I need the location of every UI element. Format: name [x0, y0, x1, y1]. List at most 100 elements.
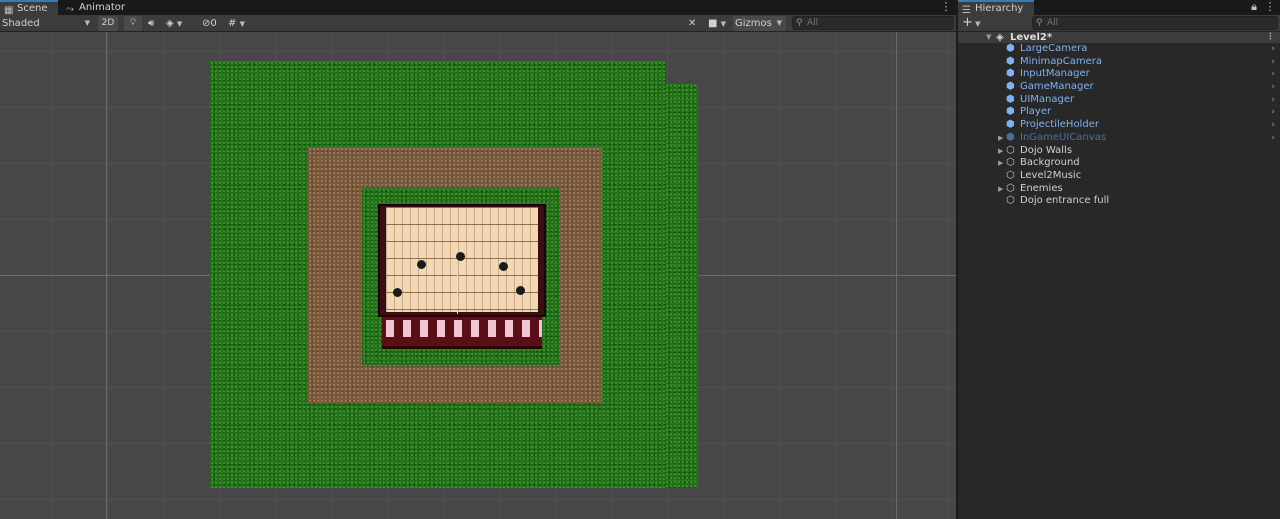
hierarchy-item[interactable]: ⬢ Player ›	[958, 106, 1280, 119]
camera-dropdown[interactable]: ■ ▼	[708, 16, 732, 31]
prefab-cube-icon: ⬢	[1006, 81, 1015, 93]
hierarchy-item[interactable]: ▶ ⬡ Background	[958, 157, 1280, 170]
layers-icon: ◈	[166, 18, 174, 29]
pillar	[499, 262, 508, 271]
gameobject-cube-icon: ⬡	[1006, 157, 1015, 169]
chevron-down-icon: ▼	[776, 19, 782, 27]
hierarchy-item-label: InGameUICanvas	[1020, 131, 1107, 143]
lock-icon[interactable]: 🔒︎	[1248, 0, 1260, 15]
hierarchy-menu-icon[interactable]: ⋮	[1264, 0, 1276, 15]
hierarchy-item[interactable]: ⬡ Dojo entrance full	[958, 195, 1280, 208]
hierarchy-item[interactable]: ▶ ⬢ InGameUICanvas ›	[958, 132, 1280, 145]
grid-snap-icon: #	[228, 18, 237, 29]
prefab-cube-icon: ⬢	[1006, 93, 1015, 105]
effects-dropdown[interactable]: ◈ ▼	[166, 16, 196, 31]
scene-menu-icon[interactable]: ⋮	[940, 0, 952, 15]
grass-ground-right	[665, 84, 698, 488]
tab-animator[interactable]: ⤳ Animator	[62, 0, 126, 15]
hierarchy-search-input[interactable]: ⚲ All	[1032, 16, 1278, 30]
chevron-down-icon: ▼	[176, 20, 183, 28]
hierarchy-item-label: Dojo entrance full	[1020, 195, 1110, 207]
dojo-building[interactable]	[378, 204, 546, 349]
scene-toolbar: Shaded ▼ 2D 💡︎ 🔊︎ ◈ ▼ ⊘0 # ▼ ✕ ■ ▼ Gizmo…	[0, 15, 956, 32]
prefab-cube-icon: ⬢	[1006, 55, 1015, 67]
scene-row[interactable]: ▼ ◈ Level2* ⋮	[958, 32, 1280, 43]
hierarchy-item[interactable]: ⬢ ProjectileHolder ›	[958, 119, 1280, 132]
hierarchy-item-label: Enemies	[1020, 182, 1063, 194]
hierarchy-item[interactable]: ⬢ LargeCamera ›	[958, 43, 1280, 56]
lightbulb-icon: 💡︎	[129, 18, 137, 28]
scene-search-input[interactable]: ⚲ All	[792, 16, 954, 30]
expand-arrow-icon[interactable]: ▶	[998, 183, 1003, 196]
prefab-cube-icon: ⬢	[1006, 43, 1015, 54]
dojo-entrance	[382, 317, 542, 349]
hierarchy-panel: ☰ Hierarchy 🔒︎ ⋮ + ▼ ⚲ All ▼ ◈ Level2* ⋮…	[957, 0, 1280, 519]
expand-arrow-icon[interactable]: ▶	[998, 132, 1003, 145]
hierarchy-item[interactable]: ⬢ MinimapCamera ›	[958, 56, 1280, 69]
gameobject-cube-icon: ⬡	[1006, 195, 1015, 207]
chevron-down-icon: ▼	[972, 20, 981, 28]
hierarchy-item-label: LargeCamera	[1020, 43, 1088, 54]
hierarchy-item-label: Dojo Walls	[1020, 144, 1073, 156]
chevron-down-icon: ▼	[239, 20, 245, 28]
pillar	[516, 286, 525, 295]
hierarchy-item-label: UIManager	[1020, 93, 1075, 105]
search-icon: ⚲	[1036, 18, 1043, 28]
speaker-icon: 🔊︎	[148, 18, 155, 29]
prefab-cube-icon: ⬢	[1006, 119, 1015, 131]
hierarchy-item-label: MinimapCamera	[1020, 55, 1102, 67]
expand-arrow-icon[interactable]: ▼	[986, 32, 991, 43]
pillar	[417, 260, 426, 269]
expand-arrow-icon[interactable]: ▶	[998, 145, 1003, 158]
shading-mode-dropdown[interactable]: Shaded ▼	[2, 16, 92, 31]
open-prefab-icon[interactable]: ›	[1271, 56, 1275, 69]
gameobject-cube-icon: ⬡	[1006, 182, 1015, 194]
scene-panel: ▦ Scene ⤳ Animator ⋮ Shaded ▼ 2D 💡︎ 🔊︎ ◈…	[0, 0, 956, 519]
lighting-toggle[interactable]: 💡︎	[124, 16, 142, 31]
hidden-objects-toggle[interactable]: ⊘0	[202, 16, 226, 31]
hierarchy-tabbar: ☰ Hierarchy 🔒︎ ⋮	[958, 0, 1280, 16]
scene-menu-icon[interactable]: ⋮	[1266, 32, 1275, 43]
audio-toggle[interactable]: 🔊︎	[148, 16, 160, 31]
open-prefab-icon[interactable]: ›	[1271, 106, 1275, 119]
add-object-dropdown[interactable]: + ▼	[962, 16, 986, 31]
tab-scene[interactable]: ▦ Scene	[0, 0, 58, 16]
expand-arrow-icon[interactable]: ▶	[998, 157, 1003, 170]
scene-tabbar: ▦ Scene ⤳ Animator ⋮	[0, 0, 956, 16]
tab-hierarchy[interactable]: ☰ Hierarchy	[958, 0, 1034, 16]
hierarchy-item-label: GameManager	[1020, 81, 1094, 93]
scene-viewport[interactable]	[0, 32, 956, 519]
open-prefab-icon[interactable]: ›	[1271, 68, 1275, 81]
open-prefab-icon[interactable]: ›	[1271, 43, 1275, 56]
gameobject-cube-icon: ⬡	[1006, 169, 1015, 181]
hierarchy-item[interactable]: ▶ ⬡ Dojo Walls	[958, 145, 1280, 158]
hierarchy-item[interactable]: ⬢ GameManager ›	[958, 81, 1280, 94]
chevron-down-icon: ▼	[720, 20, 727, 28]
camera-icon: ■	[708, 18, 718, 29]
open-prefab-icon[interactable]: ›	[1271, 132, 1275, 145]
hierarchy-item[interactable]: ⬢ InputManager ›	[958, 68, 1280, 81]
gizmos-dropdown[interactable]: Gizmos ▼	[733, 16, 786, 31]
hierarchy-item[interactable]: ▶ ⬡ Enemies	[958, 183, 1280, 196]
open-prefab-icon[interactable]: ›	[1271, 119, 1275, 132]
grid-snap-dropdown[interactable]: # ▼	[228, 16, 258, 31]
chevron-down-icon: ▼	[84, 19, 90, 27]
prefab-cube-icon: ⬢	[1006, 131, 1015, 143]
player-gizmo[interactable]	[457, 270, 465, 314]
gameobject-cube-icon: ⬡	[1006, 144, 1015, 156]
hierarchy-item-label: InputManager	[1020, 68, 1090, 80]
hierarchy-toolbar: + ▼ ⚲ All	[958, 15, 1280, 32]
pillar	[456, 252, 465, 261]
hierarchy-item[interactable]: ⬢ UIManager ›	[958, 94, 1280, 107]
hierarchy-item-label: ProjectileHolder	[1020, 119, 1099, 131]
mode-2d-button[interactable]: 2D	[98, 16, 118, 31]
open-prefab-icon[interactable]: ›	[1271, 94, 1275, 107]
tools-button[interactable]: ✕	[688, 16, 700, 31]
pillar	[393, 288, 402, 297]
hierarchy-item-label: Player	[1020, 106, 1052, 118]
search-icon: ⚲	[796, 18, 803, 28]
open-prefab-icon[interactable]: ›	[1271, 81, 1275, 94]
hierarchy-item[interactable]: ⬡ Level2Music	[958, 170, 1280, 183]
hierarchy-item-label: Level2Music	[1020, 169, 1082, 181]
level-map[interactable]	[210, 61, 698, 488]
